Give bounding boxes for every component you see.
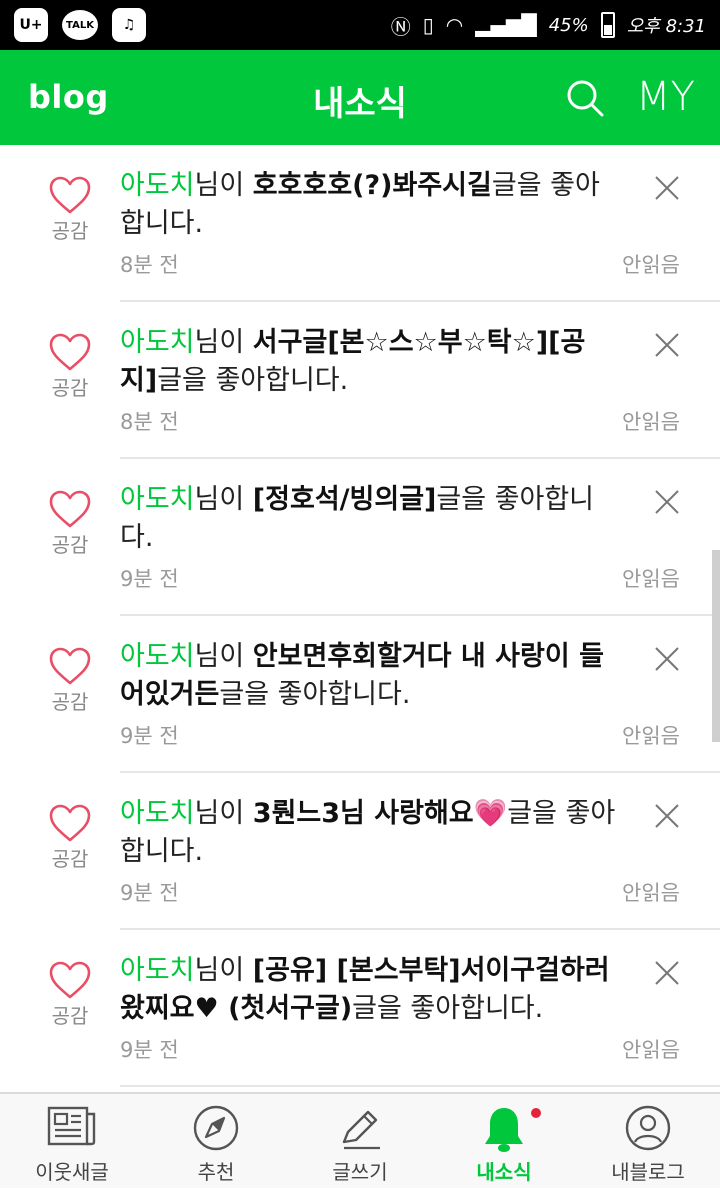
search-icon[interactable] [565, 78, 605, 118]
read-status: 안읽음 [622, 567, 680, 591]
message-text: 님이 [194, 641, 253, 672]
scrollbar[interactable] [712, 550, 720, 742]
user-name[interactable]: 아도치 [120, 170, 195, 201]
heart-icon[interactable] [48, 332, 92, 372]
read-status: 안읽음 [622, 410, 680, 434]
status-bar: U+ TALK ♫ Ⓝ ▯ ◠ ▂▄▆█ 45% 오후 8:31 [0, 0, 720, 50]
message-text: 글을 좋아합니다. [352, 993, 544, 1024]
message-text: 님이 [194, 484, 253, 515]
bottom-tab-bar: 이웃새글 추천 글쓰기 내소식 내블로그 [0, 1092, 720, 1188]
read-status: 안읽음 [622, 1038, 680, 1062]
message-text: 님이 [194, 955, 253, 986]
timestamp: 8분 전 [120, 253, 179, 277]
like-label: 공감 [51, 690, 89, 714]
clock: 오후 8:31 [626, 16, 706, 37]
tab-write[interactable]: 글쓰기 [288, 1094, 432, 1190]
tab-label: 내블로그 [611, 1160, 685, 1184]
notification-message[interactable]: 아도치님이 3뤈느3님 사랑해요💗글을 좋아합니다. [120, 795, 620, 871]
post-title[interactable]: 호호호호(?)봐주시길 [253, 170, 492, 201]
bell-icon [485, 1108, 523, 1152]
list-item[interactable]: 공감 아도치님이 호호호호(?)봐주시길글을 좋아합니다. 8분 전 안읽음 [0, 145, 720, 302]
list-item[interactable]: 공감 아도치님이 서구글[본☆스☆부☆탁☆][공지]글을 좋아합니다. 8분 전… [0, 302, 720, 459]
tab-recommend[interactable]: 추천 [144, 1094, 288, 1190]
close-icon[interactable] [654, 646, 680, 672]
tab-label: 내소식 [476, 1160, 532, 1184]
battery-percent: 45% [548, 14, 589, 36]
page-title: 내소식 [313, 84, 407, 124]
notification-message[interactable]: 아도치님이 안보면후회할거다 내 사랑이 들어있거든글을 좋아합니다. [120, 638, 620, 714]
like-label: 공감 [51, 533, 89, 557]
signal-icon: ▂▄▆█ [475, 13, 537, 37]
uplus-app-icon: U+ [14, 8, 48, 42]
read-status: 안읽음 [622, 253, 680, 277]
timestamp: 9분 전 [120, 881, 179, 905]
list-item[interactable]: 공감 아도치님이 3뤈느3님 사랑해요💗글을 좋아합니다. 9분 전 안읽음 [0, 773, 720, 930]
person-icon [625, 1105, 671, 1151]
message-text: 님이 [194, 798, 253, 829]
close-icon[interactable] [654, 175, 680, 201]
notification-message[interactable]: 아도치님이 [정호석/빙의글]글을 좋아합니다. [120, 481, 620, 557]
notification-message[interactable]: 아도치님이 [공유] [본스부탁]서이구걸하러왔찌요♥ (첫서구글)글을 좋아합… [120, 952, 620, 1028]
close-icon[interactable] [654, 803, 680, 829]
like-label: 공감 [51, 376, 89, 400]
timestamp: 9분 전 [120, 567, 179, 591]
close-icon[interactable] [654, 489, 680, 515]
message-text: 글을 좋아합니다. [157, 365, 349, 396]
read-status: 안읽음 [622, 724, 680, 748]
heart-icon[interactable] [48, 960, 92, 1000]
nfc-icon: Ⓝ [390, 14, 411, 39]
compass-icon [193, 1105, 239, 1151]
list-item[interactable]: 공감 아도치님이 [공유] [본스부탁]서이구걸하러왔찌요♥ (첫서구글)글을 … [0, 930, 720, 1087]
like-label: 공감 [51, 219, 89, 243]
list-item[interactable]: 공감 아도치님이 [정호석/빙의글]글을 좋아합니다. 9분 전 안읽음 [0, 459, 720, 616]
like-label: 공감 [51, 847, 89, 871]
vibrate-icon: ▯ [422, 13, 434, 37]
user-name[interactable]: 아도치 [120, 484, 195, 515]
pencil-icon [342, 1110, 380, 1150]
user-name[interactable]: 아도치 [120, 641, 195, 672]
music-icon: ♫ [112, 8, 146, 42]
message-text: 글을 좋아합니다. [219, 679, 411, 710]
heart-icon[interactable] [48, 803, 92, 843]
newspaper-icon [47, 1106, 96, 1146]
post-title[interactable]: 3뤈느3님 사랑해요💗 [253, 798, 507, 829]
kakaotalk-icon: TALK [62, 10, 98, 40]
tab-my-blog[interactable]: 내블로그 [576, 1094, 720, 1190]
notification-message[interactable]: 아도치님이 서구글[본☆스☆부☆탁☆][공지]글을 좋아합니다. [120, 324, 620, 400]
notification-message[interactable]: 아도치님이 호호호호(?)봐주시길글을 좋아합니다. [120, 167, 620, 243]
tab-label: 글쓰기 [332, 1160, 388, 1184]
user-name[interactable]: 아도치 [120, 327, 195, 358]
tab-label: 이웃새글 [35, 1160, 109, 1184]
close-icon[interactable] [654, 960, 680, 986]
notification-list: 공감 아도치님이 호호호호(?)봐주시길글을 좋아합니다. 8분 전 안읽음 공… [0, 145, 720, 1087]
user-name[interactable]: 아도치 [120, 955, 195, 986]
timestamp: 8분 전 [120, 410, 179, 434]
timestamp: 9분 전 [120, 724, 179, 748]
message-text: 님이 [194, 327, 253, 358]
read-status: 안읽음 [622, 881, 680, 905]
close-icon[interactable] [654, 332, 680, 358]
app-header: blog 내소식 MY [0, 50, 720, 145]
tab-label: 추천 [197, 1160, 235, 1184]
battery-icon [600, 12, 615, 38]
heart-icon[interactable] [48, 489, 92, 529]
heart-icon[interactable] [48, 175, 92, 215]
wifi-icon: ◠ [445, 13, 464, 37]
my-button[interactable]: MY [636, 74, 695, 120]
notification-badge [531, 1108, 541, 1118]
timestamp: 9분 전 [120, 1038, 179, 1062]
message-text: 님이 [194, 170, 253, 201]
tab-neighbor-posts[interactable]: 이웃새글 [0, 1094, 144, 1190]
like-label: 공감 [51, 1004, 89, 1028]
divider [120, 1085, 720, 1087]
list-item[interactable]: 공감 아도치님이 안보면후회할거다 내 사랑이 들어있거든글을 좋아합니다. 9… [0, 616, 720, 773]
heart-icon[interactable] [48, 646, 92, 686]
user-name[interactable]: 아도치 [120, 798, 195, 829]
post-title[interactable]: [정호석/빙의글] [253, 484, 437, 515]
tab-notifications[interactable]: 내소식 [432, 1094, 576, 1190]
